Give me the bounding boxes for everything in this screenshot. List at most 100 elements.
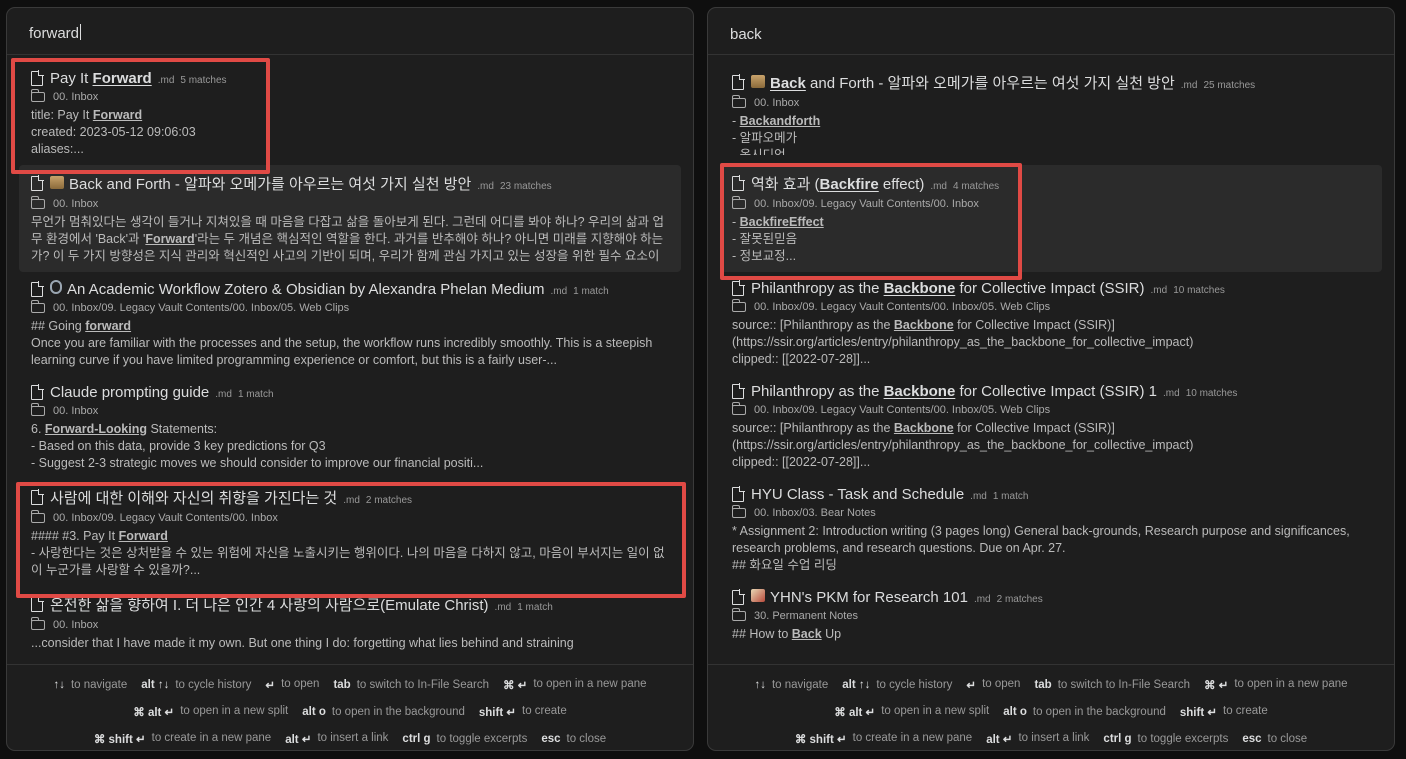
match-count: 4 matches	[953, 181, 1000, 192]
match-count: 25 matches	[1203, 80, 1256, 91]
result-excerpt: ## Going forward Once you are familiar wi…	[31, 319, 653, 367]
folder-icon	[731, 196, 746, 209]
result-item[interactable]: HYU Class - Task and Schedule .md 1 matc…	[720, 478, 1382, 581]
file-extension: .md	[970, 491, 987, 502]
result-excerpt: source:: [Philanthropy as the Backbone f…	[732, 318, 1194, 366]
result-excerpt: ## How to Back Up	[732, 627, 842, 641]
result-title: 사람에 대한 이해와 자신의 취향을 가진다는 것	[50, 490, 338, 507]
folder-icon	[30, 300, 45, 313]
results-list: Pay It Forward .md 5 matches 00. Inbox t…	[7, 56, 693, 666]
file-extension: .md	[550, 286, 568, 297]
result-path: 00. Inbox/03. Bear Notes	[754, 507, 876, 519]
hint-line-1: ↑↓ to navigate alt ↑↓ to cycle history ↵ to…	[53, 677, 647, 692]
result-title: 온전한 삶을 향하여 I. 더 나은 인간 4 사랑의 사람으로(Emulate…	[50, 597, 489, 614]
folder-icon	[30, 403, 45, 416]
file-icon	[31, 489, 44, 505]
result-path: 00. Inbox/09. Legacy Vault Contents/00. …	[754, 404, 1051, 416]
file-icon	[31, 280, 44, 297]
match-count: 1 match	[237, 389, 274, 400]
result-title: 역화 효과 (Backfire effect)	[751, 176, 925, 193]
paperclip-emoji-icon	[50, 280, 62, 294]
result-path: 00. Inbox	[53, 91, 99, 103]
result-excerpt: source:: [Philanthropy as the Backbone f…	[732, 421, 1194, 469]
search-input[interactable]: back	[708, 8, 1394, 55]
results-list: Back and Forth - 알파와 오메가를 아우르는 여섯 가지 실천 …	[708, 56, 1394, 666]
result-title: Back and Forth - 알파와 오메가를 아우르는 여섯 가지 실천 …	[69, 176, 472, 193]
result-path: 00. Inbox/09. Legacy Vault Contents/00. …	[53, 302, 350, 314]
file-extension: .md	[494, 602, 512, 613]
result-title: An Academic Workflow Zotero & Obsidian b…	[67, 281, 545, 298]
result-path: 00. Inbox	[53, 405, 99, 417]
match-count: 1 match	[573, 286, 609, 297]
hint-line-3: ⌘ shift ↵ to create in a new pane alt ↵ to…	[794, 731, 1308, 746]
hint-line-3: ⌘ shift ↵ to create in a new pane alt ↵ to…	[93, 731, 607, 746]
file-extension: .md	[157, 75, 175, 86]
result-excerpt: - BackfireEffect - 잘못된믿음 - 정보교정...	[732, 215, 824, 263]
keyboard-hints: ↑↓ to navigate alt ↑↓ to cycle history ↵ to…	[708, 664, 1394, 750]
result-item[interactable]: An Academic Workflow Zotero & Obsidian b…	[19, 272, 681, 376]
result-title: Back and Forth - 알파와 오메가를 아우르는 여섯 가지 실천 …	[770, 75, 1175, 92]
file-extension: .md	[1180, 80, 1198, 91]
file-extension: .md	[343, 495, 360, 506]
search-input[interactable]: forward	[7, 8, 693, 55]
result-excerpt: - Backandforth - 알파오메가 - 옵시디언...	[732, 114, 821, 155]
folder-icon	[731, 505, 746, 518]
label-emoji-icon	[751, 589, 765, 602]
result-path: 00. Inbox	[53, 619, 99, 631]
hint-line-2: ⌘ alt ↵ to open in a new split alt o to op…	[834, 704, 1268, 719]
file-extension: .md	[477, 181, 494, 192]
result-title: YHN's PKM for Research 101	[770, 589, 968, 606]
result-item[interactable]: 사람에 대한 이해와 자신의 취향을 가진다는 것 .md 2 matches …	[19, 479, 681, 586]
folder-icon	[731, 95, 746, 108]
result-path: 00. Inbox	[754, 97, 800, 109]
file-icon	[732, 280, 745, 296]
file-icon	[732, 589, 745, 605]
search-query[interactable]: back	[730, 26, 762, 43]
result-excerpt: 6. Forward-Looking Statements: - Based on…	[31, 422, 484, 470]
result-excerpt: #### #3. Pay It Forward - 사랑한다는 것은 상처받을 수…	[31, 529, 665, 577]
folder-icon	[30, 196, 45, 209]
hint-line-2: ⌘ alt ↵ to open in a new split alt o to op…	[133, 704, 567, 719]
search-query[interactable]: forward	[29, 25, 79, 42]
file-icon	[732, 175, 745, 191]
result-item-selected[interactable]: Back and Forth - 알파와 오메가를 아우르는 여섯 가지 실천 …	[19, 165, 681, 272]
match-count: 1 match	[517, 602, 553, 613]
result-item[interactable]: Back and Forth - 알파와 오메가를 아우르는 여섯 가지 실천 …	[720, 64, 1382, 162]
result-item[interactable]: 온전한 삶을 향하여 I. 더 나은 인간 4 사랑의 사람으로(Emulate…	[19, 586, 681, 659]
hint-line-1: ↑↓ to navigate alt ↑↓ to cycle history ↵ to…	[754, 677, 1348, 692]
scroll-emoji-icon	[751, 75, 765, 88]
match-count: 10 matches	[1185, 388, 1238, 399]
match-count: 10 matches	[1173, 285, 1225, 296]
file-icon	[732, 383, 745, 399]
folder-icon	[30, 89, 45, 102]
keyboard-hints: ↑↓ to navigate alt ↑↓ to cycle history ↵ to…	[7, 664, 693, 750]
result-title: Philanthropy as the Backbone for Collect…	[751, 280, 1145, 297]
file-extension: .md	[973, 594, 991, 605]
folder-icon	[731, 608, 746, 621]
result-path: 00. Inbox/09. Legacy Vault Contents/00. …	[754, 198, 979, 210]
result-title: Claude prompting guide	[50, 384, 210, 401]
result-title: Philanthropy as the Backbone for Collect…	[751, 383, 1158, 400]
result-title: Pay It Forward	[50, 70, 152, 87]
match-count: 2 matches	[365, 495, 413, 506]
match-count: 1 match	[992, 491, 1029, 502]
result-item[interactable]: Philanthropy as the Backbone for Collect…	[720, 272, 1382, 375]
result-item-selected[interactable]: 역화 효과 (Backfire effect) .md 4 matches 00…	[720, 165, 1382, 272]
result-excerpt: 무언가 멈춰있다는 생각이 들거나 지쳐있을 때 마음을 다잡고 삶을 돌아보게…	[31, 215, 664, 263]
match-count: 23 matches	[499, 181, 552, 192]
result-excerpt: ...consider that I have made it my own. …	[31, 636, 574, 650]
file-extension: .md	[1150, 285, 1168, 296]
result-item[interactable]: YHN's PKM for Research 101 .md 2 matches…	[720, 581, 1382, 650]
match-count: 2 matches	[996, 594, 1043, 605]
file-extension: .md	[930, 181, 947, 192]
result-item[interactable]: Claude prompting guide .md 1 match 00. I…	[19, 376, 681, 479]
folder-icon	[731, 402, 746, 415]
quick-switcher-left: forward Pay It Forward .md 5 matches 00.…	[6, 7, 694, 751]
result-item[interactable]: Philanthropy as the Backbone for Collect…	[720, 375, 1382, 478]
result-path: 00. Inbox	[53, 198, 99, 210]
file-icon	[31, 384, 44, 400]
result-item[interactable]: Pay It Forward .md 5 matches 00. Inbox t…	[19, 62, 681, 165]
folder-icon	[731, 299, 746, 312]
file-icon	[31, 596, 44, 612]
result-title: HYU Class - Task and Schedule	[751, 486, 965, 503]
